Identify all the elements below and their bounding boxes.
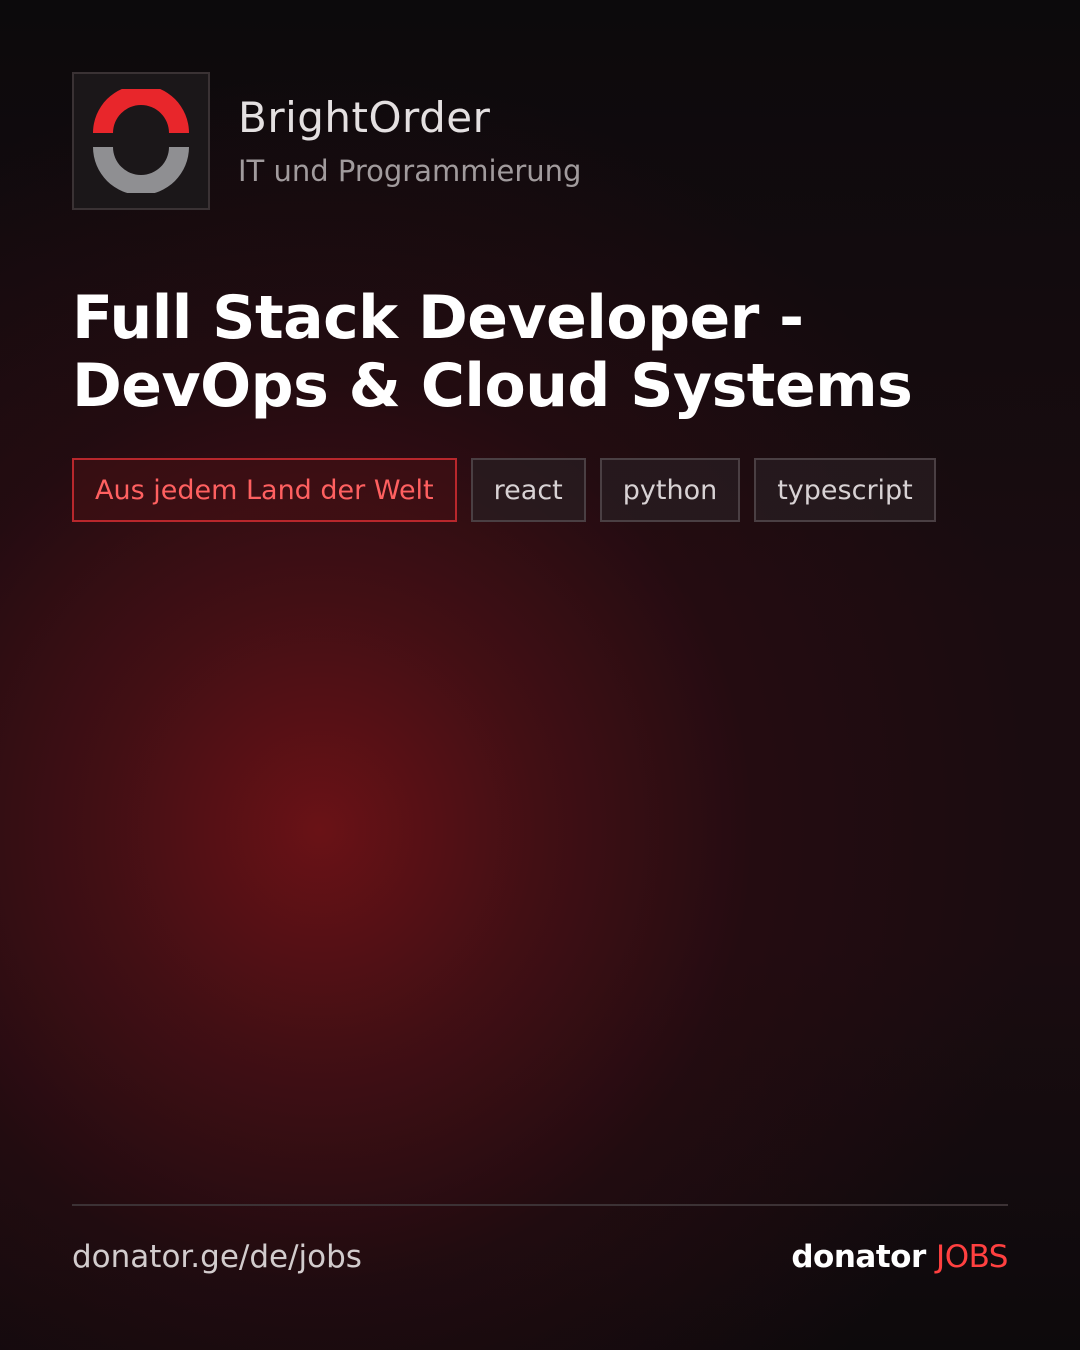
brand-accent: JOBS [936, 1239, 1008, 1275]
brand-main: donator [791, 1239, 926, 1275]
company-name: BrightOrder [238, 93, 491, 143]
footer-url: donator.ge/de/jobs [72, 1239, 362, 1275]
brand-logo: donator JOBS [791, 1236, 1008, 1278]
ring-logo-icon [93, 89, 189, 193]
company-header: BrightOrder IT und Programmierung [72, 72, 581, 210]
footer-divider [72, 1204, 1008, 1206]
tag-skill-react: react [470, 458, 586, 522]
tag-list: Aus jedem Land der Welt react python typ… [72, 458, 936, 522]
tag-location: Aus jedem Land der Welt [72, 458, 457, 522]
job-title: Full Stack Developer - DevOps & Cloud Sy… [72, 283, 913, 421]
tag-skill-python: python [599, 458, 741, 522]
company-info: BrightOrder IT und Programmierung [238, 93, 581, 188]
company-logo [72, 72, 210, 210]
tag-skill-typescript: typescript [754, 458, 936, 522]
company-category: IT und Programmierung [238, 153, 582, 188]
